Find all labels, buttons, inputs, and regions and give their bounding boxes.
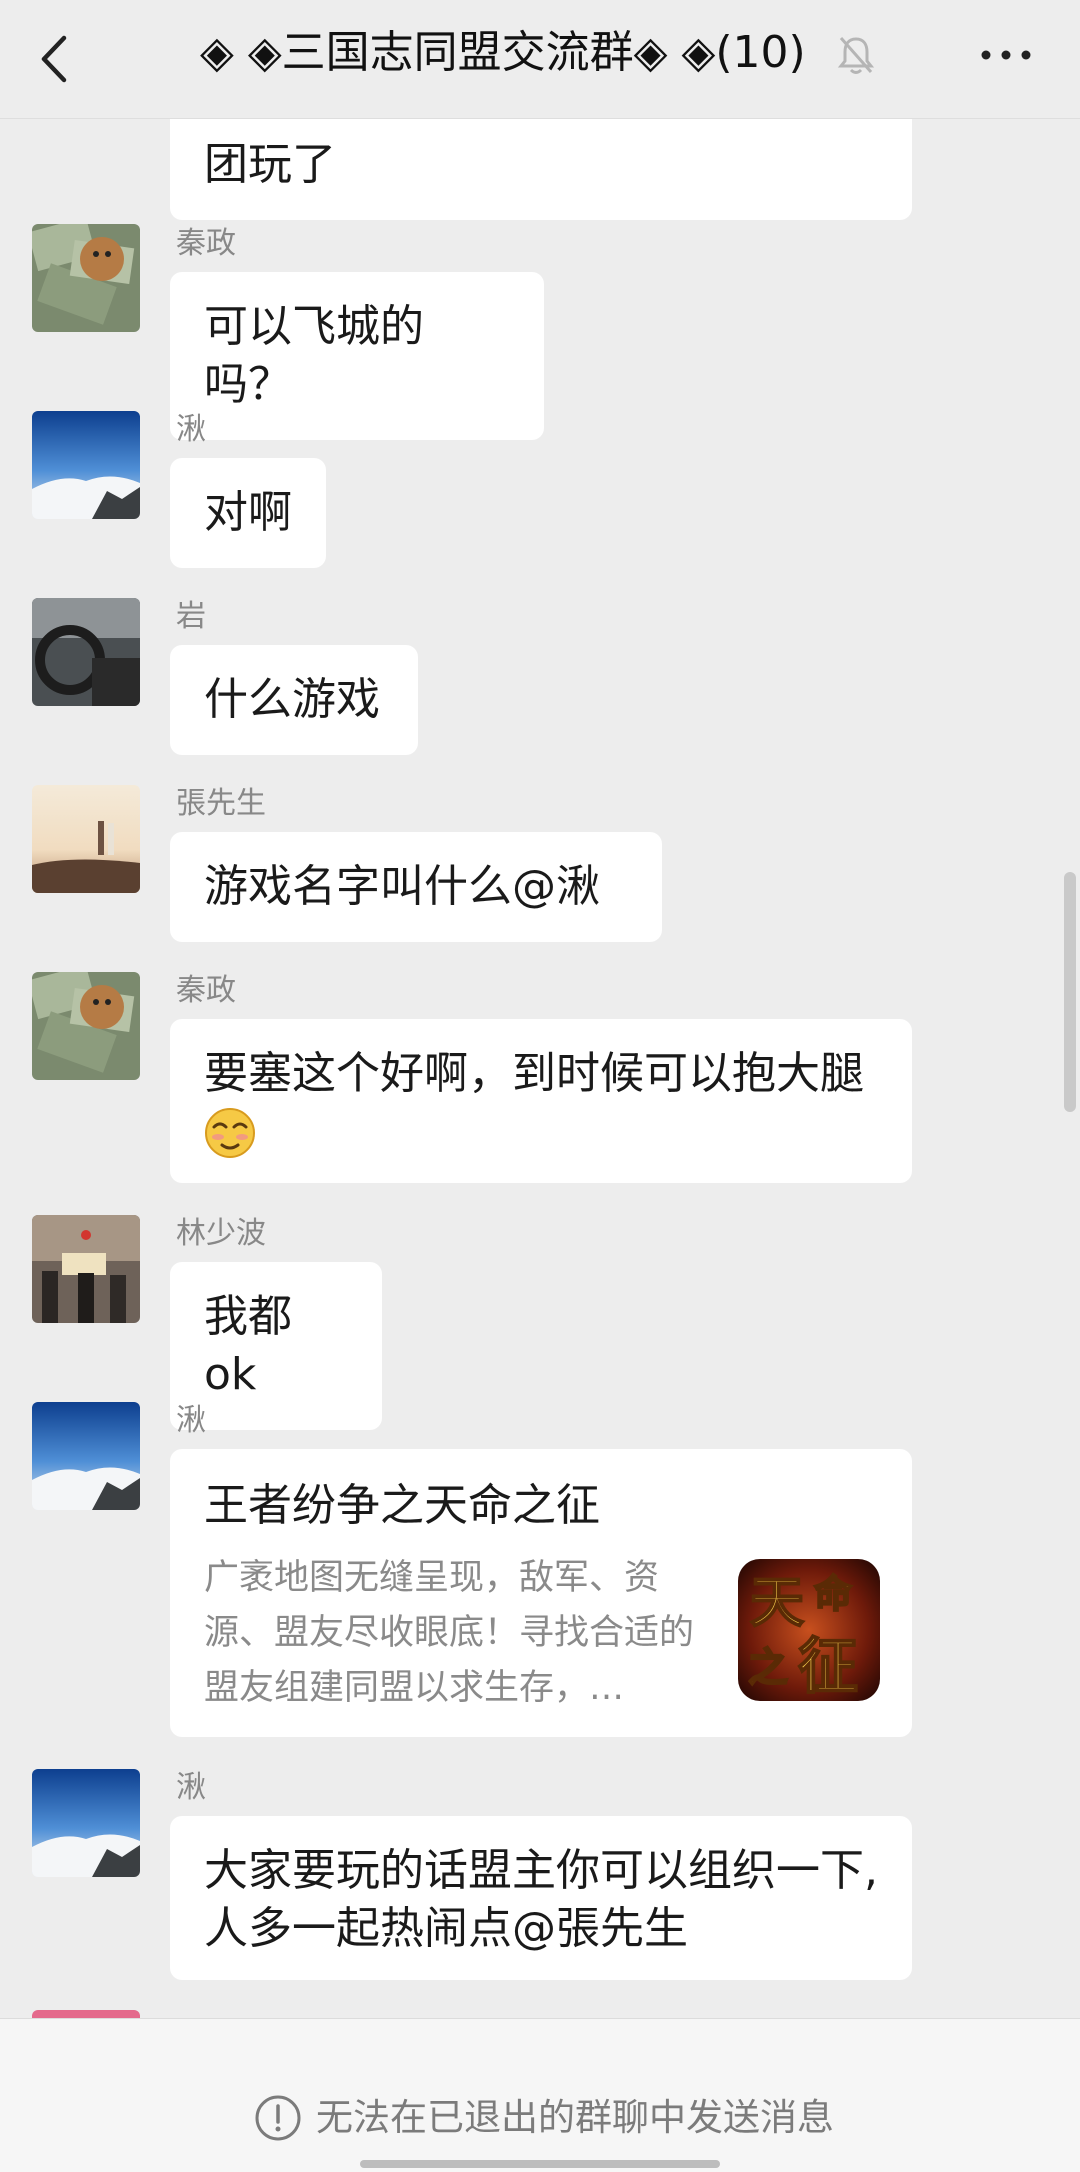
avatar[interactable]	[32, 1215, 140, 1323]
info-circle-icon	[254, 2094, 302, 2142]
avatar[interactable]	[32, 598, 140, 706]
avatar[interactable]	[32, 411, 140, 519]
smiling-emoji-icon	[205, 1108, 255, 1158]
avatar[interactable]	[32, 972, 140, 1080]
sender-name: 秦政	[176, 226, 236, 261]
message-text: 可以飞城的吗？	[204, 301, 424, 410]
message-list[interactable]: 团玩了 秦政 可以飞城的吗？ 湫 对啊 岩 什么游戏 張先生 游戏名字叫什么@湫…	[0, 118, 1080, 2018]
scrollbar[interactable]	[1064, 872, 1076, 1112]
chat-title: ◈ ◈三国志同盟交流群◈ ◈(10)	[200, 27, 806, 78]
more-options-button[interactable]	[976, 30, 1036, 80]
message-text: 大家要玩的话盟主你可以组织一下,	[204, 1845, 878, 1896]
more-dots-icon	[981, 50, 1031, 60]
card-description: 广袤地图无缝呈现，敌军、资源、盟友尽收眼底！寻找合适的盟友组建同盟以求生存，…	[204, 1558, 695, 1708]
sender-name: 湫	[176, 1403, 206, 1438]
sender-name: 岩	[176, 599, 206, 634]
notice-bar: 无法在已退出的群聊中发送消息	[0, 2018, 1080, 2172]
sender-name: 張先生	[176, 786, 266, 821]
sender-name: 湫	[176, 412, 206, 447]
sender-name: 秦政	[176, 973, 236, 1008]
message-text: 人多一起热闹点@張先生	[204, 1903, 688, 1954]
card-title: 王者纷争之天命之征	[204, 1480, 600, 1531]
message-text: 对啊	[204, 487, 292, 538]
message-text: 团玩了	[204, 139, 336, 190]
avatar[interactable]	[32, 2010, 140, 2018]
message-bubble[interactable]: 可以飞城的吗？	[170, 272, 544, 440]
sender-name: 湫	[176, 1770, 206, 1805]
link-card[interactable]: 王者纷争之天命之征 广袤地图无缝呈现，敌军、资源、盟友尽收眼底！寻找合适的盟友组…	[170, 1449, 912, 1737]
avatar[interactable]	[32, 224, 140, 332]
game-app-icon: 天 命 之 征	[738, 1559, 880, 1701]
avatar[interactable]	[32, 1402, 140, 1510]
sender-name: 林少波	[176, 1216, 266, 1251]
home-indicator[interactable]	[360, 2160, 720, 2168]
message-text: 什么游戏	[204, 674, 380, 725]
message-bubble[interactable]: 大家要玩的话盟主你可以组织一下, 人多一起热闹点@張先生	[170, 1816, 912, 1980]
svg-text:命: 命	[814, 1571, 852, 1616]
message-bubble[interactable]: 对啊	[170, 458, 326, 568]
message-bubble[interactable]: 团玩了	[170, 118, 912, 220]
bell-off-icon	[836, 33, 876, 77]
message-text: 要塞这个好啊，到时候可以抱大腿	[204, 1048, 864, 1099]
chat-header: ◈ ◈三国志同盟交流群◈ ◈(10)	[0, 0, 1080, 119]
chevron-left-icon	[41, 35, 67, 83]
avatar[interactable]	[32, 1769, 140, 1877]
message-bubble[interactable]: 游戏名字叫什么@湫	[170, 832, 662, 942]
message-bubble[interactable]: 什么游戏	[170, 645, 418, 755]
svg-text:征: 征	[798, 1632, 858, 1701]
svg-text:之: 之	[748, 1644, 788, 1691]
avatar[interactable]	[32, 785, 140, 893]
svg-text:天: 天	[750, 1570, 804, 1634]
back-button[interactable]	[30, 24, 90, 94]
message-text: 游戏名字叫什么@湫	[204, 861, 600, 912]
message-bubble[interactable]: 要塞这个好啊，到时候可以抱大腿	[170, 1019, 912, 1183]
message-text: 我都 ok	[204, 1291, 292, 1400]
notice-text: 无法在已退出的群聊中发送消息	[316, 2096, 834, 2139]
